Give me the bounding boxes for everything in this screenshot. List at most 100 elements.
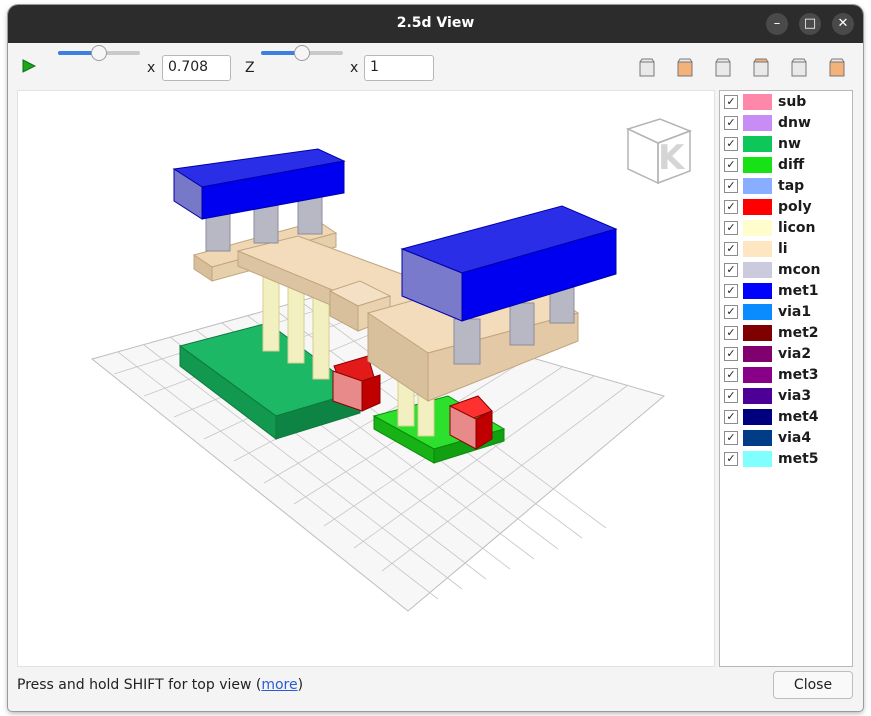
layer-visibility-checkbox[interactable]: ✓ (724, 158, 738, 172)
layer-color-swatch (743, 409, 772, 425)
layer-visibility-checkbox[interactable]: ✓ (724, 179, 738, 193)
minimize-button[interactable]: – (766, 13, 788, 35)
layer-color-swatch (743, 367, 772, 383)
layer-color-swatch (743, 451, 772, 467)
layer-color-swatch (743, 304, 772, 320)
z-scale-label: x (350, 60, 359, 76)
layer-list[interactable]: ✓ sub ✓ dnw ✓ nw ✓ diff ✓ tap ✓ poly ✓ licon ✓ li ✓ mcon ✓… (719, 90, 853, 667)
more-link[interactable]: more (261, 677, 297, 693)
layer-row-met4[interactable]: ✓ met4 (720, 407, 852, 428)
layer-row-met3[interactable]: ✓ met3 (720, 365, 852, 386)
layer-visibility-checkbox[interactable]: ✓ (724, 305, 738, 319)
status-bar: Press and hold SHIFT for top view (more) (17, 677, 303, 693)
layer-row-licon[interactable]: ✓ licon (720, 218, 852, 239)
layer-row-via2[interactable]: ✓ via2 (720, 344, 852, 365)
x-scale-input[interactable]: 0.708 (162, 55, 231, 81)
layer-row-dnw[interactable]: ✓ dnw (720, 113, 852, 134)
layer-name: via4 (778, 430, 812, 446)
x-scale-label: x (147, 60, 156, 76)
layer-color-swatch (743, 136, 772, 152)
layer-row-via4[interactable]: ✓ via4 (720, 428, 852, 449)
window: 2.5d View – □ ✕ x 0.708 Z x 1 K ✓ sub ✓ … (8, 5, 863, 711)
svg-text:K: K (658, 138, 686, 178)
layer-row-via1[interactable]: ✓ via1 (720, 302, 852, 323)
layer-visibility-checkbox[interactable]: ✓ (724, 410, 738, 424)
layer-name: via3 (778, 388, 812, 404)
layer-name: met1 (778, 283, 819, 299)
left-view-icon[interactable] (713, 57, 733, 79)
bottom-view-icon[interactable] (751, 57, 771, 79)
layer-visibility-checkbox[interactable]: ✓ (724, 452, 738, 466)
layer-name: met2 (778, 325, 819, 341)
layer-name: via2 (778, 346, 812, 362)
back-view-icon[interactable] (827, 57, 847, 79)
z-scale-input[interactable]: 1 (364, 55, 434, 81)
layer-row-li[interactable]: ✓ li (720, 239, 852, 260)
layer-color-swatch (743, 262, 772, 278)
layer-row-met1[interactable]: ✓ met1 (720, 281, 852, 302)
window-title: 2.5d View (396, 15, 475, 31)
layer-visibility-checkbox[interactable]: ✓ (724, 326, 738, 340)
layer-color-swatch (743, 388, 772, 404)
layer-row-tap[interactable]: ✓ tap (720, 176, 852, 197)
layer-visibility-checkbox[interactable]: ✓ (724, 368, 738, 382)
layer-name: met4 (778, 409, 819, 425)
layer-row-nw[interactable]: ✓ nw (720, 134, 852, 155)
layer-visibility-checkbox[interactable]: ✓ (724, 200, 738, 214)
status-text: Press and hold SHIFT for top view ( (17, 677, 262, 693)
3d-view-canvas[interactable]: K (17, 90, 715, 667)
layer-row-mcon[interactable]: ✓ mcon (720, 260, 852, 281)
z-scale-slider[interactable] (261, 43, 343, 63)
layer-visibility-checkbox[interactable]: ✓ (724, 116, 738, 130)
layer-row-sub[interactable]: ✓ sub (720, 92, 852, 113)
layer-visibility-checkbox[interactable]: ✓ (724, 137, 738, 151)
layer-color-swatch (743, 283, 772, 299)
3d-scene[interactable]: K (18, 91, 716, 668)
z-label: Z (245, 60, 255, 76)
layer-name: met3 (778, 367, 819, 383)
title-bar[interactable]: 2.5d View – □ ✕ (8, 5, 863, 43)
x-scale-slider[interactable] (58, 43, 140, 63)
layer-visibility-checkbox[interactable]: ✓ (724, 221, 738, 235)
layer-name: tap (778, 178, 805, 194)
layer-color-swatch (743, 220, 772, 236)
layer-name: mcon (778, 262, 821, 278)
layer-color-swatch (743, 199, 772, 215)
play-icon[interactable] (22, 59, 36, 73)
layer-row-met2[interactable]: ✓ met2 (720, 323, 852, 344)
layer-visibility-checkbox[interactable]: ✓ (724, 284, 738, 298)
top-view-icon[interactable] (675, 57, 695, 79)
layer-name: poly (778, 199, 812, 215)
layer-color-swatch (743, 346, 772, 362)
maximize-button[interactable]: □ (799, 13, 821, 35)
layer-color-swatch (743, 115, 772, 131)
layer-name: licon (778, 220, 816, 236)
layer-color-swatch (743, 325, 772, 341)
front-view-icon[interactable] (637, 57, 657, 79)
right-view-icon[interactable] (789, 57, 809, 79)
orientation-cube[interactable]: K (625, 118, 693, 185)
layer-visibility-checkbox[interactable]: ✓ (724, 242, 738, 256)
layer-visibility-checkbox[interactable]: ✓ (724, 347, 738, 361)
close-button[interactable]: Close (773, 671, 853, 699)
layer-visibility-checkbox[interactable]: ✓ (724, 263, 738, 277)
layer-color-swatch (743, 178, 772, 194)
layer-name: diff (778, 157, 805, 173)
layer-row-diff[interactable]: ✓ diff (720, 155, 852, 176)
close-window-button[interactable]: ✕ (832, 13, 854, 35)
layer-name: dnw (778, 115, 811, 131)
layer-row-met5[interactable]: ✓ met5 (720, 449, 852, 470)
layer-visibility-checkbox[interactable]: ✓ (724, 431, 738, 445)
layer-color-swatch (743, 430, 772, 446)
layer-name: met5 (778, 451, 819, 467)
toolbar: x 0.708 Z x 1 (8, 43, 863, 89)
layer-visibility-checkbox[interactable]: ✓ (724, 389, 738, 403)
layer-row-poly[interactable]: ✓ poly (720, 197, 852, 218)
layer-color-swatch (743, 241, 772, 257)
status-suffix: ) (297, 677, 304, 693)
layer-color-swatch (743, 94, 772, 110)
layer-name: via1 (778, 304, 812, 320)
layer-row-via3[interactable]: ✓ via3 (720, 386, 852, 407)
layer-name: nw (778, 136, 801, 152)
layer-visibility-checkbox[interactable]: ✓ (724, 95, 738, 109)
